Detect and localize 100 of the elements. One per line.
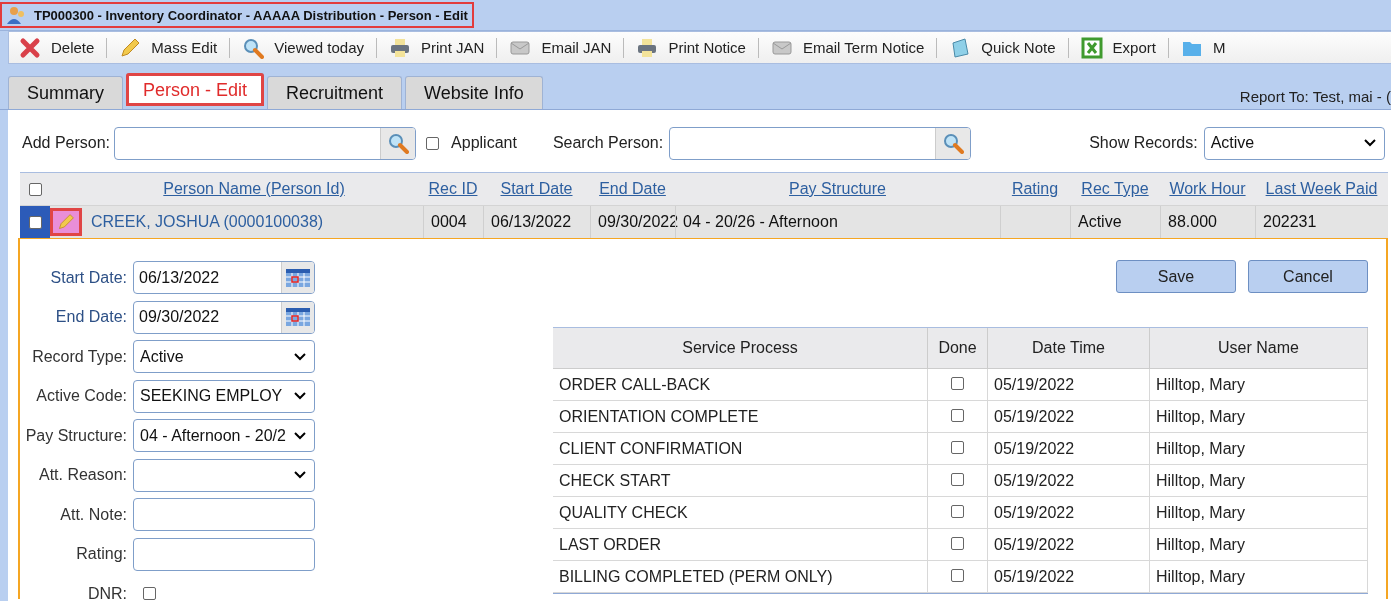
column-header-link[interactable]: End Date: [599, 180, 666, 198]
input-field[interactable]: [133, 498, 315, 532]
toolbar-button[interactable]: M: [1180, 36, 1236, 59]
show-records-select[interactable]: Active: [1203, 126, 1385, 160]
add-person-label: Add Person:: [22, 134, 111, 152]
column-header-link[interactable]: Pay Structure: [789, 180, 886, 198]
calendar-icon: [285, 306, 311, 329]
done-checkbox[interactable]: [951, 377, 964, 390]
column-header-link[interactable]: Work Hour: [1169, 180, 1246, 198]
pencil-icon: [119, 36, 142, 59]
table-cell: Hilltop, Mary: [1156, 439, 1245, 458]
tab[interactable]: Website Info: [405, 76, 543, 109]
done-checkbox[interactable]: [951, 569, 964, 582]
table-cell: 09/30/2022: [598, 213, 679, 231]
column-header: Service Process: [553, 328, 928, 368]
notepad-icon: [949, 36, 972, 59]
select-field[interactable]: Active: [133, 340, 315, 374]
table-cell: 05/19/2022: [994, 567, 1075, 586]
toolbar-button[interactable]: Print Notice: [636, 36, 756, 59]
field-label: Att. Reason:: [37, 466, 128, 485]
select-all-checkbox[interactable]: [29, 182, 42, 196]
table-cell: 05/19/2022: [994, 375, 1075, 394]
toolbar-button[interactable]: Email Term Notice: [770, 36, 935, 59]
toolbar-button[interactable]: Delete: [19, 36, 105, 59]
printer-icon: [389, 36, 411, 59]
toolbar-button[interactable]: Mass Edit: [119, 36, 228, 59]
chevron-icon: [294, 471, 306, 480]
field-label: Att. Note:: [59, 505, 128, 524]
column-header-link[interactable]: Last Week Paid: [1265, 180, 1378, 198]
search-person-field[interactable]: [669, 126, 972, 160]
table-cell: BILLING COMPLETED (PERM ONLY): [559, 567, 833, 586]
dnr-checkbox[interactable]: [143, 587, 156, 601]
select-field[interactable]: SEEKING EMPLOY: [133, 379, 315, 413]
select-field[interactable]: 04 - Afternoon - 20/2: [133, 419, 315, 453]
person-icon: [6, 5, 26, 25]
window-title: TP000300 - Inventory Coordinator - AAAAA Distribution - Person - Edit: [0, 2, 474, 28]
toolbar-button[interactable]: Email JAN: [509, 36, 622, 59]
chevron-icon: [294, 392, 306, 401]
row-checkbox[interactable]: [29, 215, 42, 229]
field-label: Active Code:: [35, 387, 128, 406]
field-label: Rating:: [75, 545, 128, 564]
done-checkbox[interactable]: [951, 409, 964, 422]
done-checkbox[interactable]: [951, 473, 964, 486]
column-header-link[interactable]: Rec ID: [428, 180, 478, 198]
column-header-link[interactable]: Start Date: [500, 180, 573, 198]
table-cell: 06/13/2022: [491, 213, 572, 231]
table-cell: 05/19/2022: [994, 471, 1075, 490]
column-header: User Name: [1150, 328, 1368, 368]
report-to-text: Report To: Test, mai - (: [1239, 88, 1391, 107]
toolbar-button[interactable]: Viewed today: [242, 36, 374, 59]
delete-icon: [19, 36, 41, 59]
toolbar-button[interactable]: Print JAN: [389, 36, 495, 59]
done-checkbox[interactable]: [951, 537, 964, 550]
column-header: Done: [928, 328, 988, 368]
column-header-link[interactable]: Rec Type: [1081, 180, 1149, 198]
table-cell: 05/19/2022: [994, 535, 1075, 554]
chevron-icon: [294, 431, 306, 440]
tab[interactable]: Summary: [8, 76, 123, 109]
add-person-field[interactable]: [114, 126, 417, 160]
table-cell: Hilltop, Mary: [1156, 471, 1245, 490]
column-header-link[interactable]: Rating: [1011, 180, 1059, 198]
table-cell: 05/19/2022: [994, 407, 1075, 426]
table-cell: Hilltop, Mary: [1156, 375, 1245, 394]
date-field[interactable]: 09/30/2022: [133, 300, 315, 334]
action-button[interactable]: Cancel: [1248, 260, 1368, 293]
table-cell: ORDER CALL-BACK: [559, 375, 711, 394]
applicant-label: Applicant: [451, 134, 517, 152]
printer-icon: [636, 36, 659, 59]
calendar-icon: [285, 266, 311, 289]
tab[interactable]: Recruitment: [267, 76, 403, 109]
toolbar-button[interactable]: Quick Note: [949, 36, 1066, 59]
column-header: Date Time: [988, 328, 1150, 368]
search-icon: [242, 36, 265, 59]
chevron-icon: [1363, 139, 1376, 147]
table-cell: 0004: [431, 213, 467, 231]
done-checkbox[interactable]: [951, 441, 964, 454]
table-cell: 88.000: [1168, 213, 1217, 231]
toolbar-button[interactable]: Export: [1080, 36, 1166, 59]
tab[interactable]: Person - Edit: [126, 73, 265, 106]
input-field[interactable]: [133, 537, 315, 571]
applicant-checkbox[interactable]: [426, 136, 440, 150]
table-cell: 04 - 20/26 - Afternoon: [683, 213, 838, 231]
action-button[interactable]: Save: [1116, 260, 1236, 293]
done-checkbox[interactable]: [951, 505, 964, 518]
select-field[interactable]: [133, 458, 315, 492]
table-cell: ORIENTATION COMPLETE: [559, 407, 759, 426]
date-field[interactable]: 06/13/2022: [133, 261, 315, 295]
person-name-link[interactable]: CREEK, JOSHUA (0000100038): [91, 213, 324, 231]
edit-button[interactable]: [50, 208, 82, 236]
field-label: DNR:: [86, 584, 128, 601]
table-cell: Hilltop, Mary: [1156, 407, 1245, 426]
table-cell: Hilltop, Mary: [1156, 567, 1245, 586]
field-label: Record Type:: [31, 347, 128, 366]
table-cell: 202231: [1263, 213, 1317, 231]
table-cell: CHECK START: [559, 471, 671, 490]
show-records-label: Show Records:: [1089, 134, 1198, 152]
search-person-label: Search Person:: [552, 134, 664, 152]
column-header-link[interactable]: Person Name (Person Id): [163, 180, 345, 198]
table-cell: CLIENT CONFIRMATION: [559, 439, 743, 458]
table-cell: 05/19/2022: [994, 439, 1075, 458]
